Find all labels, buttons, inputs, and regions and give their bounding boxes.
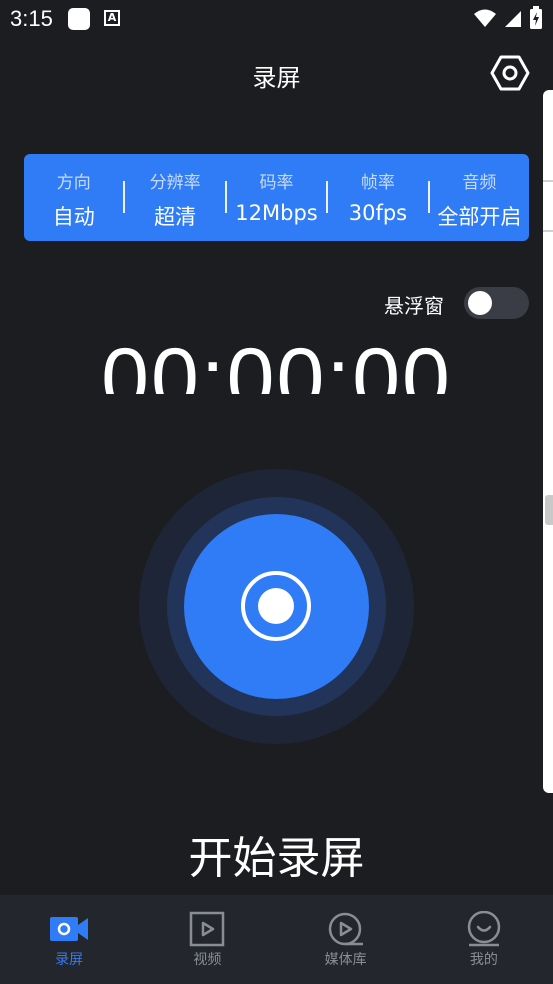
status-indicators xyxy=(473,6,543,30)
font-notification-icon: A xyxy=(104,10,120,26)
setting-value: 超清 xyxy=(154,205,197,229)
video-camera-icon xyxy=(50,917,89,941)
drawer-handle[interactable] xyxy=(545,495,553,525)
wifi-icon xyxy=(474,9,496,27)
profile-icon xyxy=(467,911,501,947)
signal-icon xyxy=(505,11,521,27)
setting-value: 自动 xyxy=(52,205,95,229)
start-record-button[interactable] xyxy=(184,514,369,699)
setting-resolution[interactable]: 分辨率 超清 xyxy=(125,154,224,241)
page-title: 录屏 xyxy=(252,64,301,92)
status-bar: 3:15 A xyxy=(0,0,553,38)
setting-framerate[interactable]: 帧率 30fps xyxy=(328,154,427,241)
divider xyxy=(543,180,553,182)
setting-audio[interactable]: 音频 全部开启 xyxy=(430,154,529,241)
app-header: 录屏 xyxy=(0,48,553,98)
settings-hexagon-icon[interactable] xyxy=(490,53,530,93)
setting-label: 方向 xyxy=(56,173,91,193)
nav-label: 媒体库 xyxy=(324,952,367,968)
recording-settings-panel: 方向 自动 分辨率 超清 码率 12Mbps 帧率 30fps 音频 全部开启 xyxy=(24,154,529,241)
side-drawer-edge[interactable] xyxy=(543,90,553,793)
setting-bitrate[interactable]: 码率 12Mbps xyxy=(227,154,326,241)
nav-item-profile[interactable]: 我的 xyxy=(415,895,553,984)
status-time: 3:15 xyxy=(10,6,53,31)
floating-window-label: 悬浮窗 xyxy=(384,294,444,318)
nav-item-record[interactable]: 录屏 xyxy=(0,895,138,984)
setting-label: 帧率 xyxy=(360,173,395,193)
setting-value: 全部开启 xyxy=(437,205,522,229)
nav-label: 视频 xyxy=(193,952,222,968)
setting-label: 码率 xyxy=(259,173,294,193)
record-icon xyxy=(241,571,311,641)
nav-item-media-library[interactable]: 媒体库 xyxy=(277,895,415,984)
timer-container: 00:00:00 xyxy=(0,330,553,394)
battery-icon xyxy=(530,6,542,29)
recording-timer: 00:00:00 xyxy=(101,331,452,394)
setting-orientation[interactable]: 方向 自动 xyxy=(24,154,123,241)
nav-label: 录屏 xyxy=(55,952,84,968)
setting-value: 30fps xyxy=(348,201,408,225)
media-library-icon xyxy=(328,912,363,946)
nav-item-videos[interactable]: 视频 xyxy=(138,895,276,984)
nav-label: 我的 xyxy=(469,952,498,968)
floating-window-toggle[interactable] xyxy=(464,287,529,319)
video-play-icon xyxy=(190,911,225,947)
app-notification-icon xyxy=(68,8,90,30)
setting-label: 音频 xyxy=(462,173,497,193)
setting-value: 12Mbps xyxy=(235,201,318,225)
bottom-navigation: 录屏 视频 媒体库 我的 xyxy=(0,895,553,984)
toggle-knob xyxy=(468,291,492,315)
setting-label: 分辨率 xyxy=(149,173,201,193)
record-dot xyxy=(258,588,294,624)
start-recording-label: 开始录屏 xyxy=(188,833,365,884)
divider xyxy=(543,230,553,232)
